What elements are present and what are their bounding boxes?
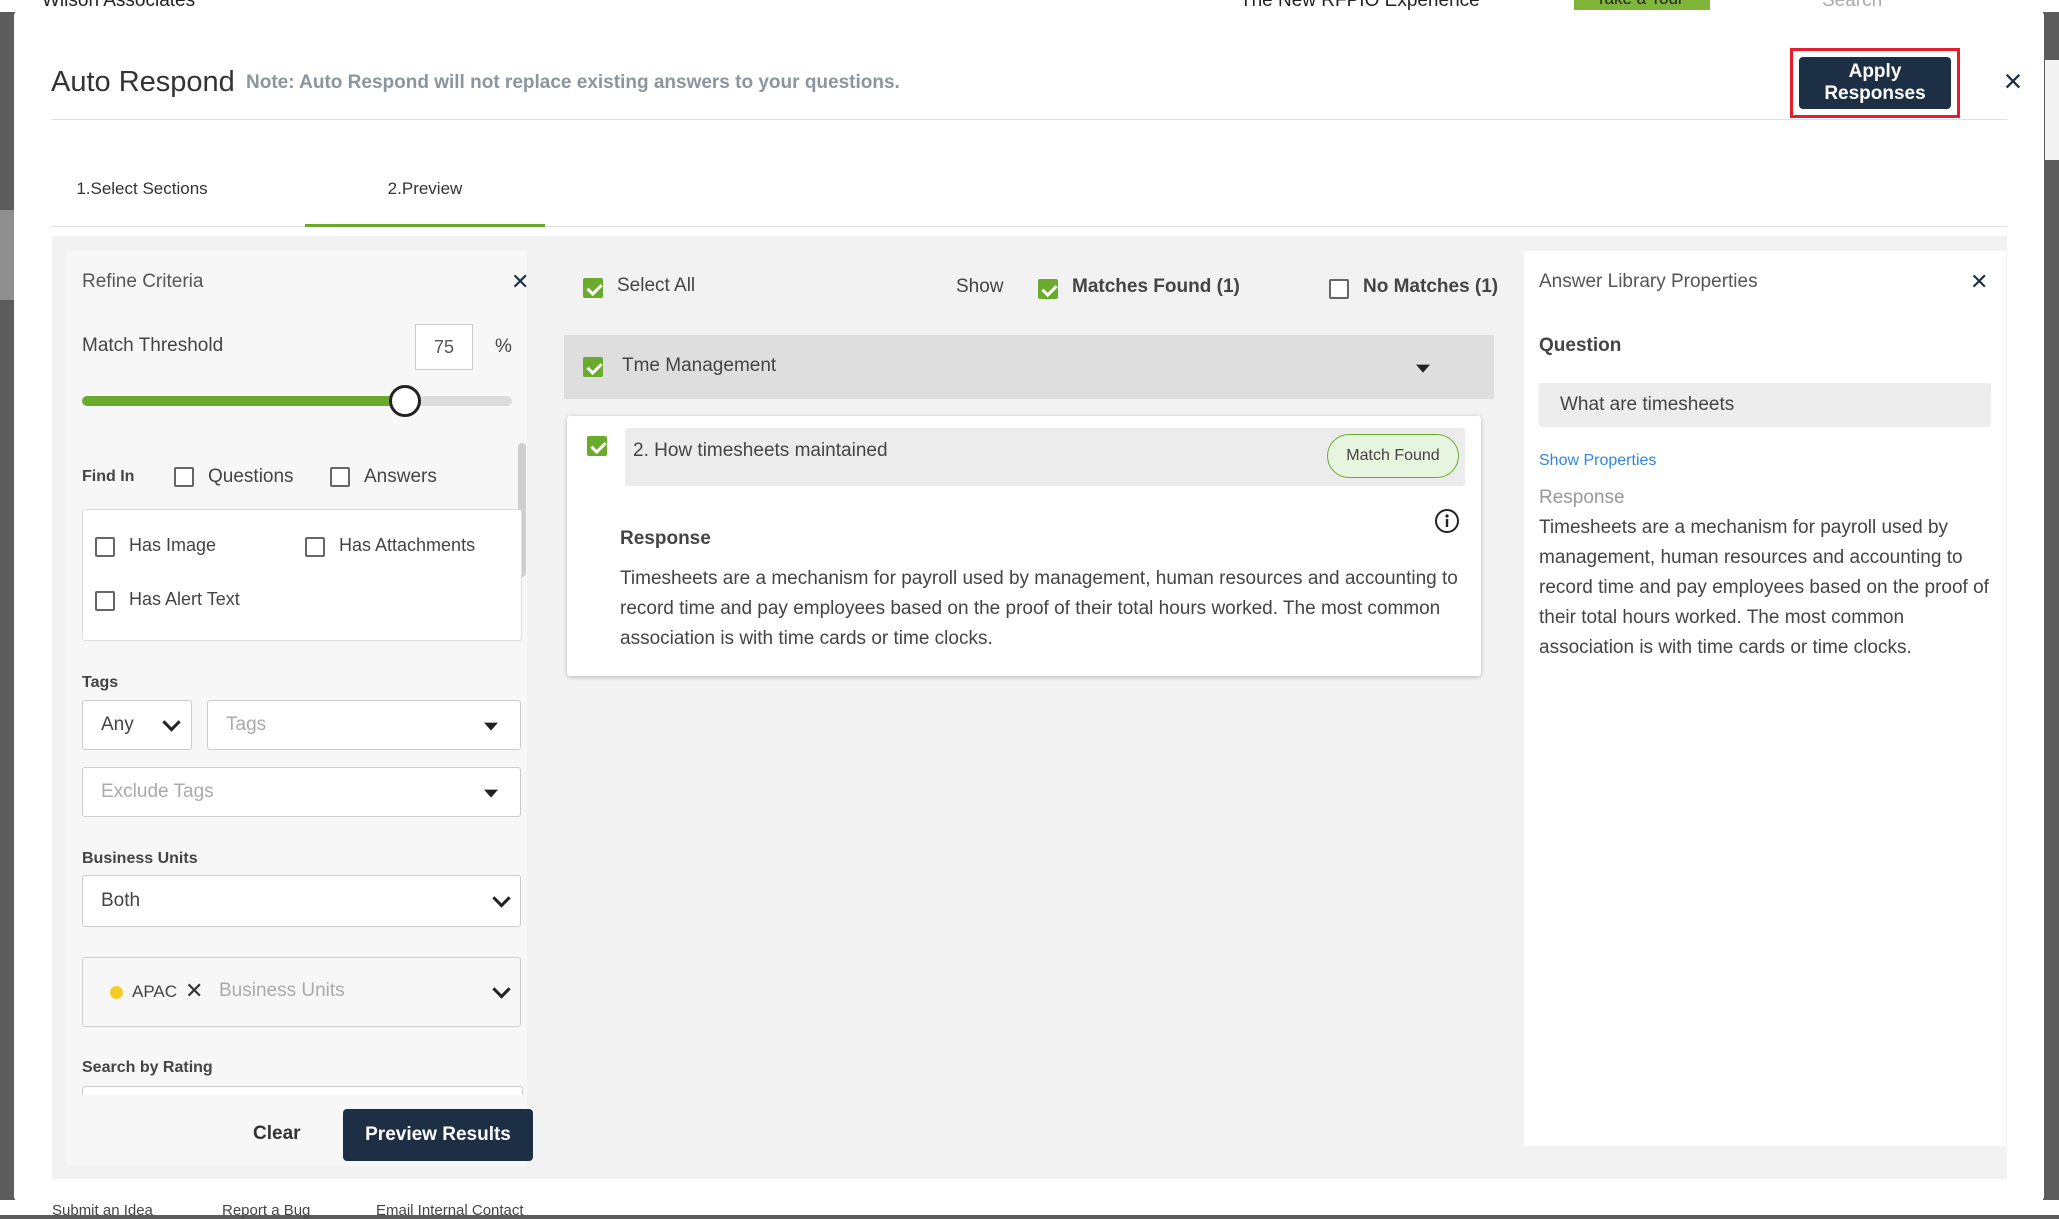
library-response-text: Timesheets are a mechanism for payroll u… <box>1539 517 1989 658</box>
threshold-slider-fill <box>82 396 405 406</box>
match-found-badge: Match Found <box>1327 434 1459 478</box>
chevron-down-icon <box>492 980 511 999</box>
question-row[interactable]: 2. How timesheets maintained Match Found <box>625 428 1465 486</box>
business-units-scope-value: Both <box>101 890 141 911</box>
rating-select[interactable] <box>82 1086 523 1095</box>
matches-found-checkbox[interactable] <box>1038 279 1058 299</box>
tab-label: 2.Preview <box>387 179 463 198</box>
tab-preview[interactable]: 2.Preview <box>305 160 545 227</box>
auto-respond-modal: Auto Respond Note: Auto Respond will not… <box>14 10 2044 1202</box>
section-name: Tme Management <box>622 355 777 376</box>
clear-button[interactable]: Clear <box>247 1122 307 1146</box>
threshold-slider-handle[interactable] <box>389 385 421 417</box>
find-in-label: Find In <box>82 468 135 485</box>
close-icon[interactable]: × <box>1998 65 2028 97</box>
library-title: Answer Library Properties <box>1539 271 1758 292</box>
exclude-tags-placeholder: Exclude Tags <box>101 781 214 802</box>
tab-select-sections[interactable]: 1.Select Sections <box>51 160 233 224</box>
section-header[interactable]: Tme Management <box>564 335 1494 399</box>
remove-chip-icon[interactable]: ✕ <box>185 978 203 1004</box>
match-threshold-input[interactable]: 75 <box>415 324 473 370</box>
question-label: Question <box>1539 335 1622 356</box>
refine-title: Refine Criteria <box>82 271 204 292</box>
background-footer-link: Submit an Idea <box>52 1202 153 1219</box>
show-label: Show <box>956 276 1004 297</box>
modal-note: Note: Auto Respond will not replace exis… <box>246 72 900 93</box>
caret-down-icon[interactable] <box>1416 364 1430 373</box>
library-response-label: Response <box>1539 487 1625 508</box>
apac-color-dot <box>110 986 123 999</box>
has-attachments-checkbox[interactable] <box>305 537 325 557</box>
has-alert-text-checkbox[interactable] <box>95 591 115 611</box>
chevron-down-icon <box>162 713 181 732</box>
background-strip <box>0 210 14 300</box>
response-text: Timesheets are a mechanism for payroll u… <box>620 568 1458 649</box>
refine-criteria-panel: Refine Criteria ✕ Match Threshold 75 % F… <box>67 251 533 1166</box>
has-attachments-label: Has Attachments <box>339 535 476 555</box>
apply-responses-button[interactable]: Apply Responses <box>1799 57 1951 109</box>
questions-label: Questions <box>208 466 294 487</box>
has-alert-text-label: Has Alert Text <box>129 589 240 609</box>
search-by-rating-label: Search by Rating <box>82 1059 213 1076</box>
preview-results-button[interactable]: Preview Results <box>343 1109 533 1161</box>
info-icon[interactable] <box>1434 508 1460 534</box>
modal-title: Auto Respond <box>51 66 235 98</box>
business-units-label: Business Units <box>82 850 198 867</box>
modal-header: Auto Respond Note: Auto Respond will not… <box>51 48 2044 118</box>
library-question-field: What are timesheets <box>1539 383 1991 427</box>
content-area: Refine Criteria ✕ Match Threshold 75 % F… <box>52 236 2007 1179</box>
question-checkbox[interactable] <box>587 436 607 456</box>
background-footer-link: Report a Bug <box>222 1202 311 1219</box>
answers-checkbox[interactable] <box>330 467 350 487</box>
business-units-select[interactable]: APAC ✕ Business Units <box>82 957 521 1027</box>
library-close-icon[interactable]: ✕ <box>1970 269 1988 295</box>
chevron-down-icon <box>492 889 511 908</box>
tab-label: 1.Select Sections <box>76 179 208 198</box>
section-checkbox[interactable] <box>583 357 603 377</box>
percent-label: % <box>495 336 512 357</box>
answer-library-panel: Answer Library Properties ✕ Question Wha… <box>1524 251 2006 1146</box>
select-all-label: Select All <box>617 275 696 296</box>
response-title: Response <box>620 528 711 549</box>
tags-label: Tags <box>82 674 119 691</box>
tags-select[interactable]: Tags <box>207 700 521 750</box>
show-properties-link[interactable]: Show Properties <box>1539 452 1656 470</box>
matches-found-label: Matches Found (1) <box>1072 276 1240 297</box>
refine-close-icon[interactable]: ✕ <box>511 269 529 295</box>
has-image-checkbox[interactable] <box>95 537 115 557</box>
tags-placeholder: Tags <box>226 714 267 735</box>
no-matches-checkbox[interactable] <box>1329 279 1349 299</box>
exclude-tags-select[interactable]: Exclude Tags <box>82 767 521 817</box>
background-right-strip <box>2045 60 2059 160</box>
select-all-checkbox[interactable] <box>583 278 603 298</box>
business-units-placeholder: Business Units <box>219 980 345 1001</box>
tags-mode-value: Any <box>101 714 134 735</box>
caret-down-icon <box>484 789 498 798</box>
tags-mode-select[interactable]: Any <box>82 700 192 750</box>
no-matches-label: No Matches (1) <box>1363 276 1499 297</box>
questions-checkbox[interactable] <box>174 467 194 487</box>
caret-down-icon <box>484 722 498 731</box>
background-tour-label: Take a Tour <box>1596 0 1684 9</box>
background-tour-button: Take a Tour <box>1574 0 1710 10</box>
background-footer-link: Email Internal Contact <box>376 1202 524 1219</box>
answers-label: Answers <box>364 466 437 487</box>
question-text: 2. How timesheets maintained <box>633 440 888 461</box>
preview-panel: Select All Show Matches Found (1) No Mat… <box>564 251 1498 1166</box>
content-filters-box: Has Image Has Attachments Has Alert Text <box>82 509 522 641</box>
apply-responses-highlight: Apply Responses <box>1790 48 1960 118</box>
header-divider <box>51 119 2007 120</box>
match-threshold-label: Match Threshold <box>82 335 224 356</box>
business-units-scope-select[interactable]: Both <box>82 875 521 927</box>
step-tabs: 1.Select Sections 2.Preview <box>51 160 2007 227</box>
apac-chip-label: APAC <box>132 982 178 1001</box>
question-card: 2. How timesheets maintained Match Found… <box>567 416 1481 676</box>
has-image-label: Has Image <box>129 535 217 555</box>
